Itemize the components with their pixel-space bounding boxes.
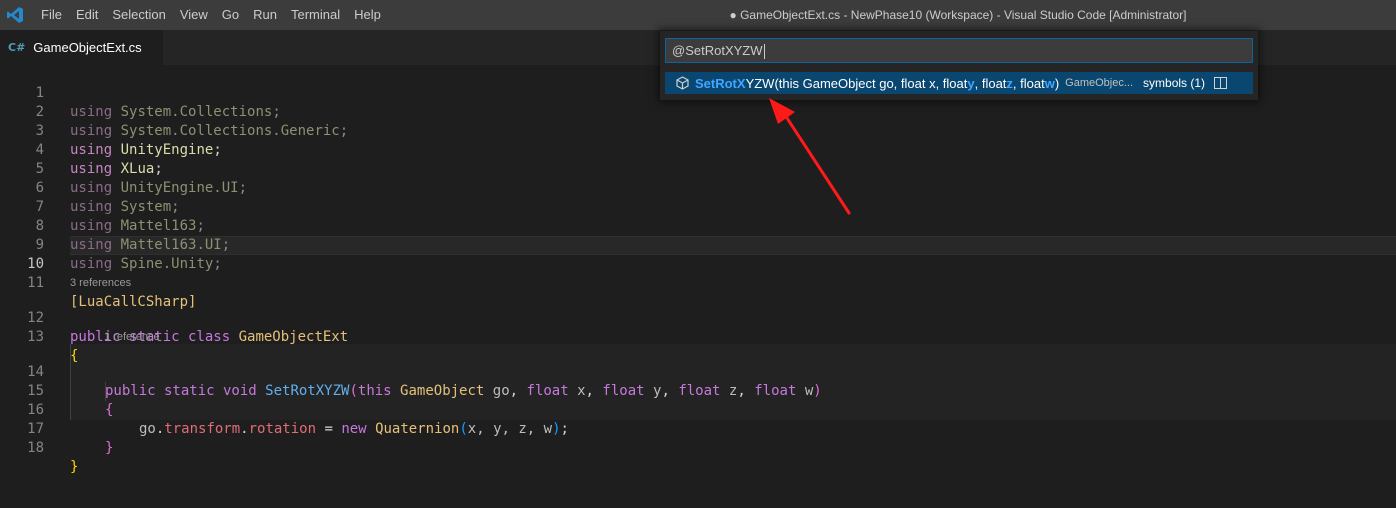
- codelens-reference[interactable]: 1 reference: [104, 329, 160, 345]
- menu-help[interactable]: Help: [347, 0, 388, 30]
- match-highlight: y: [967, 75, 975, 91]
- vscode-logo-icon: [0, 0, 30, 30]
- code-editor[interactable]: 1 using System.Collections; 2 using Syst…: [0, 65, 1396, 508]
- code-line-11: 11 [LuaCallCSharp]: [0, 255, 1396, 310]
- code-line-4: 4 using XLua;: [0, 122, 1396, 177]
- code-line-8: 8 using Mattel163.UI;: [0, 198, 1396, 253]
- brace: }: [105, 440, 114, 456]
- tab-label: GameObjectExt.cs: [33, 40, 142, 55]
- code-line-18: 18 }: [0, 420, 1396, 475]
- window-title-text: ● GameObjectExt.cs - NewPhase10 (Workspa…: [729, 8, 1187, 22]
- match-highlight: SetRotX: [695, 75, 746, 91]
- menu-terminal[interactable]: Terminal: [284, 0, 347, 30]
- quick-open-widget: @SetRotXYZW SetRotX YZW (this GameObject g…: [660, 31, 1258, 100]
- result-signature: ): [1054, 75, 1060, 91]
- menu-selection[interactable]: Selection: [105, 0, 172, 30]
- menu-go[interactable]: Go: [215, 0, 246, 30]
- code-line-7: 7 using Mattel163;: [0, 179, 1396, 234]
- code-line-9: 9 using Spine.Unity;: [0, 217, 1396, 272]
- match-highlight: w: [1044, 75, 1055, 91]
- class-name: GameObjectExt: [238, 329, 349, 345]
- codelens-references[interactable]: 3 references: [70, 275, 131, 291]
- result-description: GameObjec...: [1065, 77, 1134, 89]
- result-signature: , float: [974, 75, 1007, 91]
- symbols-count: symbols (1): [1143, 76, 1206, 90]
- title-bar: File Edit Selection View Go Run Terminal…: [0, 0, 1396, 30]
- result-signature: (this GameObject go, float x, float: [774, 75, 968, 91]
- menu-run[interactable]: Run: [246, 0, 284, 30]
- menu-view[interactable]: View: [173, 0, 215, 30]
- quick-open-input-value: @SetRotXYZW: [672, 43, 763, 58]
- csharp-file-icon: C#: [8, 41, 26, 54]
- quick-open-result[interactable]: SetRotX YZW (this GameObject go, float x, …: [665, 72, 1253, 94]
- code-line-10: 10: [0, 236, 1396, 272]
- result-signature: , float: [1012, 75, 1045, 91]
- result-name-rest: YZW: [745, 75, 775, 91]
- menu-file[interactable]: File: [34, 0, 69, 30]
- code-line-6: 6 using System;: [0, 160, 1396, 215]
- symbol-method-icon: [676, 76, 690, 90]
- menu-bar: File Edit Selection View Go Run Terminal…: [34, 0, 388, 30]
- split-editor-icon[interactable]: [1214, 77, 1228, 89]
- code-line-14: 14 public static void SetRotXYZW(this Ga…: [0, 344, 1396, 399]
- line-number: 18: [27, 440, 44, 456]
- code-line-15: 15 {: [0, 363, 1396, 418]
- code-line-3: 3 using UnityEngine;: [0, 103, 1396, 158]
- tab-gameobjectext[interactable]: C# GameObjectExt.cs: [0, 30, 163, 65]
- quick-open-input[interactable]: @SetRotXYZW: [665, 38, 1253, 63]
- menu-edit[interactable]: Edit: [69, 0, 105, 30]
- text-cursor: [763, 44, 765, 60]
- code-line-17: 17 }: [0, 401, 1396, 456]
- code-line-13: 13 {: [0, 309, 1396, 364]
- code-line-5: 5 using UnityEngine.UI;: [0, 141, 1396, 196]
- code-line-12: 12 public static class GameObjectExt: [0, 290, 1396, 345]
- code-line-16: 16 go.transform.rotation = new Quaternio…: [0, 382, 1396, 437]
- brace: }: [70, 459, 79, 475]
